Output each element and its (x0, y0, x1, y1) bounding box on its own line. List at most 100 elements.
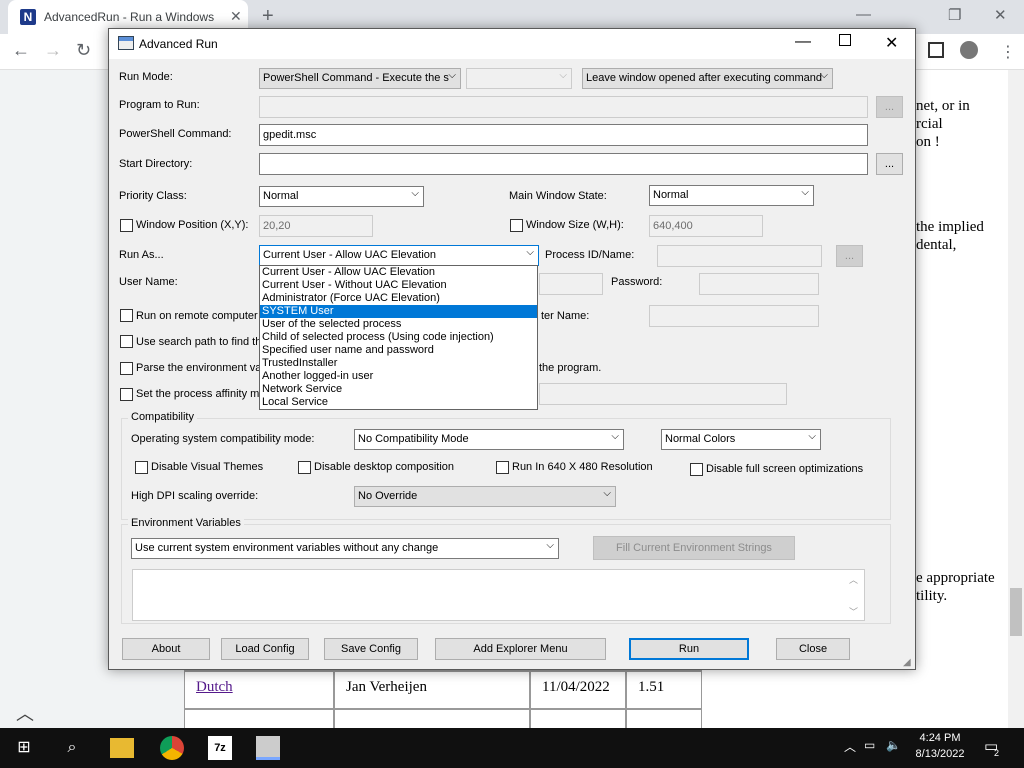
affinity-checkbox[interactable] (120, 388, 133, 401)
volume-icon[interactable]: 🔈 (886, 738, 901, 752)
chevron-down-icon: ⌵ (411, 188, 419, 199)
page-text: rcial (916, 116, 943, 132)
scrollbar-thumb[interactable] (1010, 588, 1022, 636)
chevron-up-icon[interactable]: ︿ (844, 738, 856, 755)
windows-start-icon[interactable]: ⊞ (12, 736, 36, 760)
disable-fullscreen-checkbox[interactable] (690, 463, 703, 476)
load-config-button[interactable]: Load Config (221, 638, 309, 660)
colors-select[interactable]: Normal Colors ⌵ (661, 429, 821, 450)
dialog-titlebar[interactable]: Advanced Run — ✕ (109, 29, 915, 59)
os-mode-select[interactable]: No Compatibility Mode ⌵ (354, 429, 624, 450)
parse-env-label: Parse the environment va (136, 362, 262, 374)
secondary-mode-select[interactable]: ⌵ (466, 68, 572, 89)
search-icon[interactable]: ⌕ (60, 736, 84, 760)
close-icon[interactable]: ✕ (885, 33, 898, 53)
run-button[interactable]: Run (629, 638, 749, 660)
new-tab-icon[interactable]: + (262, 5, 274, 28)
chrome-icon[interactable] (160, 736, 184, 760)
affinity-label: Set the process affinity m (136, 388, 260, 400)
reload-icon[interactable]: ↻ (76, 40, 91, 61)
run-mode-select[interactable]: PowerShell Command - Execute the s ⌵ (259, 68, 461, 89)
run-as-option[interactable]: Current User - Allow UAC Elevation (260, 266, 537, 279)
close-tab-icon[interactable]: ✕ (230, 8, 242, 25)
main-window-state-select[interactable]: Normal ⌵ (649, 185, 814, 206)
window-position-checkbox[interactable] (120, 219, 133, 232)
restore-browser-icon[interactable]: ❐ (948, 6, 961, 24)
close-browser-icon[interactable]: ✕ (994, 6, 1007, 24)
affinity-input[interactable] (539, 383, 787, 405)
profile-avatar[interactable] (960, 41, 978, 59)
run-640-label: Run In 640 X 480 Resolution (512, 461, 653, 473)
start-directory-input[interactable] (259, 153, 868, 175)
run-as-select[interactable]: Current User - Allow UAC Elevation ⌵ (259, 245, 539, 266)
sidebar-icon[interactable] (928, 42, 944, 58)
run-as-option[interactable]: User of the selected process (260, 318, 537, 331)
file-explorer-icon[interactable] (110, 738, 134, 758)
program-input[interactable] (259, 96, 868, 118)
run-as-option-highlighted[interactable]: SYSTEM User (260, 305, 537, 318)
run-as-option[interactable]: Specified user name and password (260, 344, 537, 357)
notification-count: 2 (994, 748, 1000, 758)
env-strings-textarea[interactable] (132, 569, 865, 621)
run-as-option[interactable]: Child of selected process (Using code in… (260, 331, 537, 344)
dpi-select[interactable]: No Override ⌵ (354, 486, 616, 507)
network-icon[interactable]: ▭ (864, 738, 875, 752)
minimize-browser-icon[interactable]: — (856, 6, 871, 23)
save-config-button[interactable]: Save Config (324, 638, 418, 660)
advancedrun-taskbar-icon[interactable] (256, 736, 280, 760)
taskbar: ⊞ ⌕ 7z ︿ ▭ 🔈 4:24 PM 8/13/2022 ▭ 2 (0, 728, 1024, 768)
window-option-select[interactable]: Leave window opened after executing comm… (582, 68, 833, 89)
maximize-icon[interactable] (839, 34, 851, 46)
window-size-checkbox[interactable] (510, 219, 523, 232)
parse-env-tail: the program. (539, 362, 602, 374)
run-as-option[interactable]: TrustedInstaller (260, 357, 537, 370)
search-path-checkbox[interactable] (120, 335, 133, 348)
more-menu-icon[interactable]: ⋮ (1000, 42, 1016, 62)
scroll-up-icon[interactable]: ︿ (849, 573, 858, 586)
about-button[interactable]: About (122, 638, 210, 660)
username-input[interactable] (539, 273, 603, 295)
resize-grip-icon[interactable]: ◢ (903, 657, 911, 668)
window-size-input[interactable]: 640,400 (649, 215, 763, 237)
scroll-top-icon[interactable]: ︿ (16, 700, 34, 726)
password-input[interactable] (699, 273, 819, 295)
powershell-input[interactable]: gpedit.msc (259, 124, 868, 146)
disable-themes-checkbox[interactable] (135, 461, 148, 474)
forward-icon[interactable]: → (44, 40, 62, 61)
clock-time[interactable]: 4:24 PM (914, 732, 966, 744)
disable-desktop-checkbox[interactable] (298, 461, 311, 474)
run-as-option[interactable]: Current User - Without UAC Elevation (260, 279, 537, 292)
run-mode-label: Run Mode: (119, 71, 173, 83)
disable-desktop-label: Disable desktop composition (314, 461, 455, 473)
back-icon[interactable]: ← (12, 40, 30, 61)
window-position-input[interactable]: 20,20 (259, 215, 373, 237)
process-label: Process ID/Name: (545, 249, 635, 261)
priority-select[interactable]: Normal ⌵ (259, 186, 424, 207)
remote-name-input[interactable] (649, 305, 819, 327)
run-as-option[interactable]: Network Service (260, 383, 537, 396)
page-text: the implied (916, 219, 984, 235)
run-as-option[interactable]: Another logged-in user (260, 370, 537, 383)
window-size-label: Window Size (W,H): (526, 219, 624, 231)
scroll-down-icon[interactable]: ﹀ (849, 605, 858, 618)
chevron-down-icon: ⌵ (808, 431, 816, 442)
run-as-dropdown-list[interactable]: Current User - Allow UAC Elevation Curre… (259, 265, 538, 410)
env-mode-select[interactable]: Use current system environment variables… (131, 538, 559, 559)
start-directory-browse-button[interactable]: ... (876, 153, 903, 175)
remote-checkbox[interactable] (120, 309, 133, 322)
7zip-icon[interactable]: 7z (208, 736, 232, 760)
fill-env-button[interactable]: Fill Current Environment Strings (593, 536, 795, 560)
minimize-icon[interactable]: — (795, 33, 811, 51)
process-browse-button[interactable]: ... (836, 245, 863, 267)
parse-env-checkbox[interactable] (120, 362, 133, 375)
add-explorer-menu-button[interactable]: Add Explorer Menu (435, 638, 606, 660)
program-browse-button[interactable]: ... (876, 96, 903, 118)
close-button[interactable]: Close (776, 638, 850, 660)
language-link[interactable]: Dutch (196, 679, 233, 696)
process-input[interactable] (657, 245, 822, 267)
run-as-option[interactable]: Local Service (260, 396, 537, 409)
run-640-checkbox[interactable] (496, 461, 509, 474)
run-as-option[interactable]: Administrator (Force UAC Elevation) (260, 292, 537, 305)
search-path-label: Use search path to find th (136, 336, 262, 348)
clock-date[interactable]: 8/13/2022 (910, 748, 970, 760)
